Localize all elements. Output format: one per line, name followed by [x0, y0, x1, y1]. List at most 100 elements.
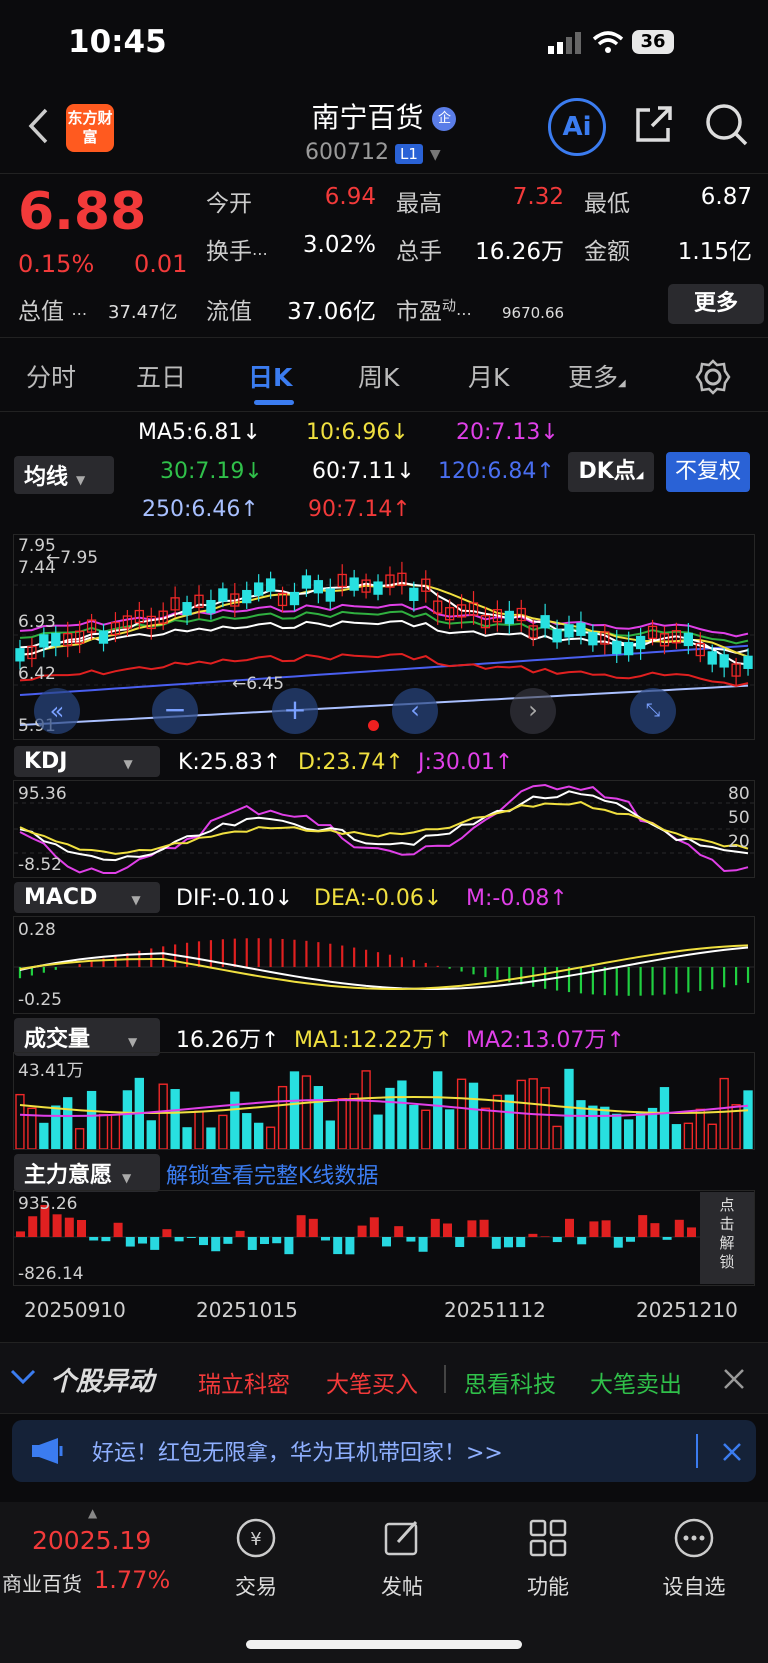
- kdj-selector[interactable]: KDJ ▼: [14, 746, 160, 777]
- tab-intraday[interactable]: 分时: [26, 358, 76, 394]
- unlock-side-button[interactable]: 点击解锁: [700, 1192, 754, 1284]
- tab-monthly-k[interactable]: 月K: [468, 358, 509, 394]
- kdj-j-value: J:30.01↑: [418, 750, 514, 775]
- zoom-in-icon[interactable]: +: [272, 688, 318, 734]
- macd-dif-text: DIF:-0.10: [176, 886, 275, 911]
- main-force-bar: [540, 1236, 550, 1237]
- fullscreen-icon[interactable]: ⤡: [630, 688, 676, 734]
- macd-selector[interactable]: MACD ▼: [14, 882, 160, 913]
- volume-bar: [659, 1087, 670, 1150]
- functions-button[interactable]: 功能: [498, 1516, 598, 1601]
- chevron-down-icon[interactable]: [10, 1367, 36, 1387]
- candle-body: [349, 577, 359, 591]
- volume-bar: [265, 1126, 276, 1150]
- main-force-bar: [308, 1218, 318, 1237]
- more-button[interactable]: 更多: [668, 284, 764, 324]
- post-button[interactable]: 发帖: [352, 1516, 452, 1601]
- info-icon[interactable]: ⋯: [71, 304, 87, 323]
- change-amount: 0.01: [134, 250, 188, 278]
- enterprise-badge: 企: [432, 107, 457, 131]
- ma10-value: 10:6.96↓: [306, 420, 409, 445]
- volume-bar: [170, 1089, 180, 1150]
- unlock-link[interactable]: 解锁查看完整K线数据: [166, 1158, 378, 1190]
- volume-bar: [552, 1125, 562, 1150]
- share-icon[interactable]: [632, 102, 676, 146]
- candle-body: [182, 602, 192, 616]
- chevron-right-icon[interactable]: ›: [510, 688, 556, 734]
- functions-label: 功能: [527, 1575, 569, 1599]
- tab-more[interactable]: 更多◢: [568, 358, 626, 394]
- volume-bar: [86, 1090, 97, 1150]
- ma90-text: 90:7.14: [308, 497, 393, 522]
- period-tabs: 分时 五日 日K 周K 月K 更多◢: [0, 340, 768, 412]
- caret-down-icon: ▼: [128, 1035, 138, 1049]
- main-force-bar: [467, 1220, 477, 1237]
- main-force-bar: [186, 1237, 196, 1239]
- volume-bar: [158, 1083, 168, 1150]
- info-icon[interactable]: ⋯: [252, 244, 268, 263]
- candle-body: [612, 640, 622, 655]
- main-force-selector[interactable]: 主力意愿 ▼: [14, 1154, 160, 1192]
- ma10-text: 10:6.96: [306, 420, 391, 445]
- trade-label: 交易: [235, 1575, 277, 1599]
- volume-bar: [600, 1106, 610, 1150]
- main-force-bar: [333, 1237, 343, 1255]
- stock-code[interactable]: 600712 L1 ▼: [305, 140, 441, 165]
- volume-selector[interactable]: 成交量 ▼: [14, 1018, 160, 1056]
- tab-five-day[interactable]: 五日: [136, 358, 186, 394]
- ticker-stock-1[interactable]: 瑞立科密: [198, 1365, 290, 1399]
- adjust-button[interactable]: 不复权: [666, 452, 750, 492]
- tab-weekly-k[interactable]: 周K: [358, 358, 399, 394]
- volume-ma1-text: MA1:12.22万: [294, 1028, 435, 1053]
- promo-banner[interactable]: 好运！红包无限拿，华为耳机带回家！>>: [12, 1420, 756, 1482]
- volume-bar: [564, 1068, 574, 1150]
- dk-button[interactable]: DK点◢: [568, 452, 654, 492]
- ai-button[interactable]: Ai: [548, 98, 606, 156]
- main-force-bar: [150, 1237, 160, 1250]
- add-watchlist-button[interactable]: 设自选: [644, 1516, 744, 1601]
- svg-text:¥: ¥: [250, 1529, 261, 1550]
- float-value: 37.06亿: [287, 299, 376, 325]
- main-force-bar: [16, 1231, 25, 1237]
- corner-arrow-icon: ◢: [618, 378, 626, 389]
- turnover-label-text: 换手: [206, 239, 252, 265]
- ma120-text: 120:6.84: [438, 459, 537, 484]
- candle-body: [218, 588, 228, 602]
- ticker-title: 个股异动: [50, 1367, 155, 1397]
- caret-up-icon: ▲: [88, 1506, 98, 1520]
- gear-icon[interactable]: [694, 358, 732, 396]
- ma-selector[interactable]: 均线 ▼: [14, 456, 114, 494]
- change-pct: 0.15%: [18, 250, 95, 278]
- rewind-icon[interactable]: «: [34, 688, 80, 734]
- main-force-bar: [674, 1219, 684, 1237]
- tab-more-label: 更多: [568, 363, 619, 392]
- more-dots-icon: [674, 1518, 714, 1558]
- main-force-bar: [28, 1216, 38, 1237]
- search-icon[interactable]: [702, 100, 750, 148]
- close-icon[interactable]: [722, 1367, 746, 1391]
- volume-bar: [337, 1097, 347, 1150]
- zoom-out-icon[interactable]: −: [152, 688, 198, 734]
- volume-bar: [349, 1093, 359, 1150]
- tab-daily-k[interactable]: 日K: [248, 358, 292, 394]
- main-force-bar: [406, 1237, 416, 1242]
- main-force-bar: [687, 1227, 696, 1237]
- trade-button[interactable]: ¥ 交易: [206, 1516, 306, 1601]
- ma250-text: 250:6.46: [142, 497, 241, 522]
- sector-change-pct: 1.77%: [94, 1566, 171, 1594]
- volume-bar: [504, 1094, 514, 1150]
- close-icon[interactable]: [722, 1442, 742, 1462]
- amount-label: 金额: [584, 239, 630, 265]
- volume-bar: [301, 1075, 312, 1150]
- main-force-bar: [565, 1218, 574, 1237]
- sector-index-value[interactable]: 20025.19: [32, 1526, 151, 1555]
- macd-selector-label: MACD: [24, 885, 98, 910]
- candle-body: [254, 582, 264, 596]
- chevron-left-icon[interactable]: ‹: [392, 688, 438, 734]
- candle-body: [289, 591, 300, 606]
- kdj-chart: [13, 780, 755, 878]
- stock-alert-ticker[interactable]: 个股异动 瑞立科密 大笔买入 思看科技 大笔卖出: [0, 1342, 768, 1414]
- high-label: 最高: [396, 191, 442, 217]
- info-icon[interactable]: ⋯: [456, 304, 472, 323]
- ticker-stock-2[interactable]: 思看科技: [464, 1365, 556, 1399]
